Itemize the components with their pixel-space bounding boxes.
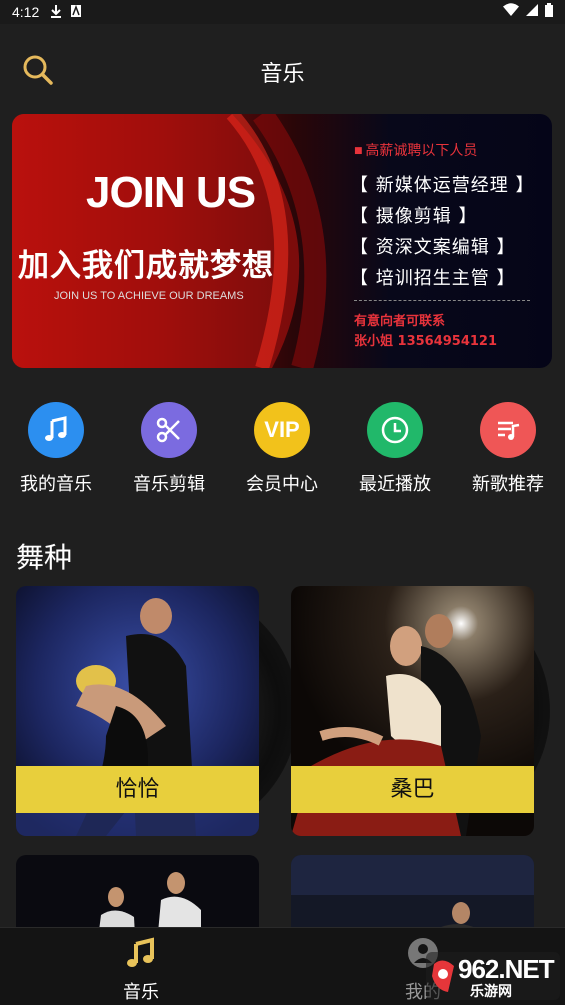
quick-entry-new-songs[interactable]: 新歌推荐 — [452, 402, 564, 496]
clock-icon — [367, 402, 423, 458]
banner-contact-phone: 张小姐 13564954121 — [354, 334, 498, 349]
watermark-logo-icon — [432, 960, 454, 992]
dance-card-label: 恰恰 — [16, 766, 259, 813]
section-title: 舞种 — [16, 541, 73, 574]
banner-job-list: 【 新媒体运营经理 】 【 摄像剪辑 】 【 资深文案编辑 】 【 培训招生主管… — [350, 170, 534, 294]
page-title: 音乐 — [260, 62, 305, 87]
quick-entry-music-edit[interactable]: 音乐剪辑 — [113, 402, 225, 496]
status-bar: 4:12 — [0, 0, 565, 24]
font-app-icon — [71, 4, 81, 17]
banner-job: 【 培训招生主管 】 — [350, 268, 516, 289]
banner-job: 【 新媒体运营经理 】 — [350, 175, 535, 196]
quick-entry-vip-center[interactable]: VIP 会员中心 — [226, 402, 338, 496]
banner-subtitle: JOIN US TO ACHIEVE OUR DREAMS — [54, 290, 244, 302]
quick-entry-label: 我的音乐 — [20, 474, 92, 495]
wifi-icon — [503, 3, 519, 16]
battery-icon — [545, 3, 553, 17]
quick-entry-my-music[interactable]: 我的音乐 — [0, 402, 112, 496]
watermark-sub: 乐游网 — [470, 984, 512, 1000]
top-bar: 音乐 — [0, 24, 565, 114]
music-note-icon — [127, 937, 154, 967]
recruitment-banner[interactable]: JOIN US 加入我们成就梦想 JOIN US TO ACHIEVE OUR … — [12, 114, 552, 368]
scissors-icon — [141, 402, 197, 458]
quick-entry-label: 音乐剪辑 — [133, 474, 205, 495]
banner-title: JOIN US — [86, 168, 256, 217]
site-watermark: 962.NET 乐游网 — [426, 952, 560, 1000]
music-note-icon — [28, 402, 84, 458]
banner-contact: 有意向者可联系 张小姐 13564954121 — [354, 312, 497, 352]
dance-card-label: 桑巴 — [291, 766, 534, 813]
status-time: 4:12 — [12, 4, 40, 20]
nav-item-music[interactable]: 音乐 — [101, 936, 181, 1004]
quick-entry-label: 会员中心 — [246, 474, 318, 495]
dance-card-samba[interactable]: 桑巴 — [291, 586, 534, 836]
banner-contact-line: 有意向者可联系 — [354, 314, 446, 329]
banner-job: 【 资深文案编辑 】 — [350, 237, 516, 258]
dance-card-chacha[interactable]: 恰恰 — [16, 586, 259, 836]
quick-entry-label: 新歌推荐 — [472, 474, 544, 495]
quick-entry-row: 我的音乐 音乐剪辑 VIP 会员中心 最近播放 新歌推荐 — [0, 402, 565, 512]
playlist-icon — [480, 402, 536, 458]
nav-label-music: 音乐 — [123, 982, 159, 1003]
quick-entry-label: 最近播放 — [359, 474, 431, 495]
banner-divider — [354, 300, 530, 301]
banner-job: 【 摄像剪辑 】 — [350, 206, 478, 227]
banner-hiring: 高薪诚聘以下人员 — [354, 140, 477, 160]
signal-icon — [526, 4, 538, 16]
quick-entry-recent-play[interactable]: 最近播放 — [339, 402, 451, 496]
vip-icon-text: VIP — [264, 417, 300, 442]
banner-slogan: 加入我们成就梦想 — [18, 248, 274, 284]
download-icon — [51, 5, 61, 18]
vip-icon: VIP — [254, 402, 310, 458]
